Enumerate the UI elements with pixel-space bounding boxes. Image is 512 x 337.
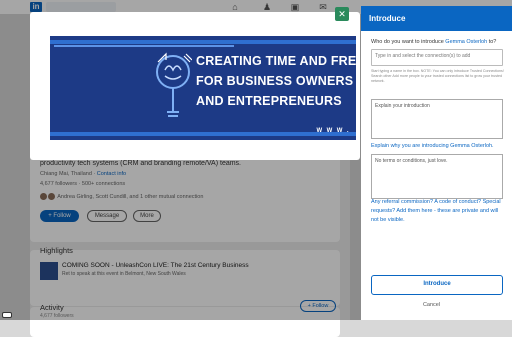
- banner-stripe: [50, 40, 356, 44]
- close-icon[interactable]: ✕: [335, 7, 349, 21]
- banner-headline-2: FOR BUSINESS OWNERS: [196, 74, 354, 88]
- introduction-textarea[interactable]: Explain your introduction: [371, 99, 503, 139]
- banner-accent-line: [54, 45, 234, 47]
- introduce-button[interactable]: Introduce: [371, 275, 503, 295]
- connection-search-input[interactable]: Type in and select the connection(s) to …: [371, 49, 503, 66]
- introduce-question: Who do you want to introduce Gemma Oster…: [371, 39, 497, 45]
- extension-toggle-button[interactable]: [2, 312, 12, 318]
- banner-image: CREATING TIME AND FRE FOR BUSINESS OWNER…: [50, 36, 356, 140]
- explain-introduction-link[interactable]: Explain why you are introducing Gemma Os…: [371, 143, 494, 149]
- banner-stripe: [50, 132, 356, 136]
- terms-textarea[interactable]: No terms or conditions, just love.: [371, 154, 503, 199]
- introduce-panel: Introduce Who do you want to introduce G…: [361, 6, 512, 320]
- connection-hint: Start typing a name in the box. NOTE: Yo…: [371, 69, 504, 83]
- brain-lightbulb-icon: [156, 52, 192, 117]
- banner-headline-1: CREATING TIME AND FRE: [196, 54, 356, 68]
- referral-note: Any referral commission? A code of condu…: [371, 199, 501, 223]
- panel-title: Introduce: [369, 14, 406, 23]
- cancel-button[interactable]: Cancel: [361, 302, 502, 308]
- banner-headline-3: AND ENTREPRENEURS: [196, 94, 342, 108]
- panel-header: Introduce: [361, 6, 512, 31]
